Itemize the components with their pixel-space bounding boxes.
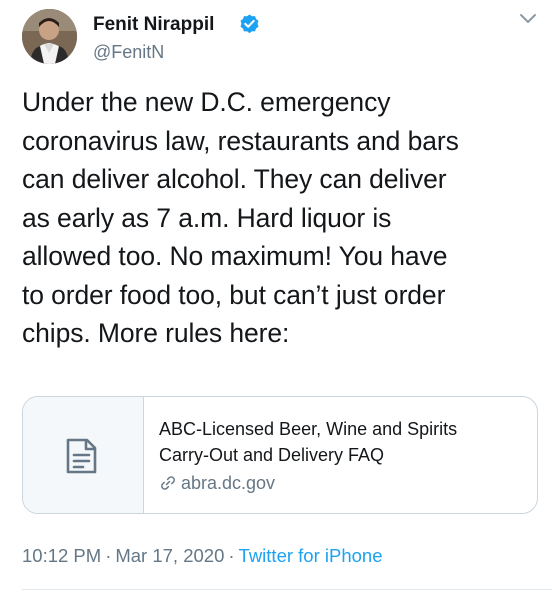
author-name[interactable]: Fenit Nirappil xyxy=(93,14,214,36)
meta-separator: · xyxy=(105,545,112,566)
author-handle[interactable]: @FenitN xyxy=(93,42,164,63)
verified-badge-icon xyxy=(240,14,259,34)
tweet-text: Under the new D.C. emergency coronavirus… xyxy=(22,87,459,348)
avatar[interactable] xyxy=(22,9,77,64)
tweet-meta: 10:12 PM · Mar 17, 2020 · Twitter for iPhone xyxy=(22,545,383,567)
card-domain: abra.dc.gov xyxy=(159,473,275,494)
tweet-date[interactable]: Mar 17, 2020 xyxy=(115,545,224,566)
link-preview-card[interactable]: ABC-Licensed Beer, Wine and Spirits Carr… xyxy=(22,396,538,514)
divider xyxy=(22,589,552,590)
chevron-down-icon[interactable] xyxy=(518,12,538,26)
card-thumbnail xyxy=(23,397,144,513)
link-icon xyxy=(161,476,175,490)
tweet-time[interactable]: 10:12 PM xyxy=(22,545,101,566)
avatar-photo xyxy=(22,9,77,64)
document-icon xyxy=(66,438,97,474)
card-title: ABC-Licensed Beer, Wine and Spirits Carr… xyxy=(159,419,458,465)
meta-separator: · xyxy=(228,545,235,566)
tweet-source-link[interactable]: Twitter for iPhone xyxy=(239,545,383,566)
card-domain-text: abra.dc.gov xyxy=(181,473,276,493)
